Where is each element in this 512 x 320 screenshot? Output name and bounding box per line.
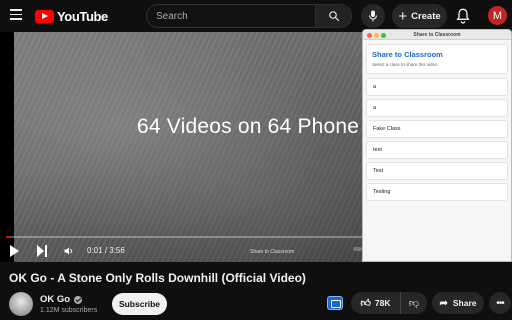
dislike-button[interactable]: 👎︎ [401,292,427,314]
thumbs-up-icon: 👍︎ [360,298,371,309]
play-icon[interactable] [10,245,19,257]
channel-avatar[interactable] [9,292,33,316]
progress-fill [6,236,10,238]
share-arrow-icon: ➦ [439,297,448,309]
video-player[interactable]: 64 Videos on 64 Phone 0:01 / 3:56 Share … [0,32,362,262]
like-count: 78K [374,298,391,308]
class-item[interactable]: Fake Class [366,120,508,138]
class-item[interactable]: a [366,78,508,96]
video-frame [14,32,362,262]
create-button[interactable]: + Create [392,4,447,28]
class-item[interactable]: Testing [366,183,508,201]
like-dislike-group: 👍︎ 78K 👎︎ [351,292,427,314]
menu-icon[interactable] [10,9,22,21]
channel-name[interactable]: OK Go [40,294,83,305]
search-button[interactable] [315,5,351,27]
mic-icon [369,10,377,22]
classroom-share-icon[interactable] [327,296,343,310]
search-input[interactable] [147,5,315,27]
top-bar: YouTube + Create M [0,0,512,32]
create-label: Create [411,10,441,22]
maximize-window-icon[interactable] [381,32,386,38]
class-item[interactable]: a [366,99,508,117]
like-button[interactable]: 👍︎ 78K [351,292,401,314]
logo-text: YouTube [57,8,108,24]
subscribe-button[interactable]: Subscribe [112,293,167,315]
share-label: Share [452,298,477,308]
youtube-page: YouTube + Create M 64 Videos on 64 Phone [0,0,512,320]
next-icon[interactable] [37,245,48,257]
player-controls: 0:01 / 3:56 Share to Classroom [0,240,362,262]
popup-titlebar: Share to Classroom [363,30,511,40]
popup-body: Share to Classroom Select a class to sha… [363,40,511,261]
popup-subheading: Select a class to share this video [372,62,438,67]
bell-icon[interactable] [456,8,470,24]
video-frame-text: 64 Videos on 64 Phone [137,115,360,138]
share-button[interactable]: ➦ Share [432,292,484,314]
youtube-logo[interactable]: YouTube [35,8,108,24]
class-item[interactable]: test [366,141,508,159]
search-box [146,4,352,28]
class-list: a a Fake Class test Test Testing [366,78,508,201]
channel-name-text: OK Go [40,294,71,305]
progress-bar[interactable] [6,236,362,238]
more-actions-button[interactable]: ••• [489,292,511,314]
share-to-classroom-popup: Share to Classroom Share to Classroom Se… [362,29,512,262]
thumbs-down-icon: 👎︎ [408,298,420,309]
plus-icon: + [398,7,408,25]
account-avatar[interactable]: M [488,6,507,25]
minimize-window-icon[interactable] [374,32,379,38]
close-window-icon[interactable] [367,32,372,38]
verified-icon [74,295,83,304]
volume-icon[interactable] [63,245,75,257]
voice-search-button[interactable] [361,4,385,28]
video-title: OK Go - A Stone Only Rolls Downhill (Off… [9,271,306,285]
scrollbar-thumb[interactable] [353,247,362,251]
more-icon: ••• [496,297,504,309]
popup-header-card: Share to Classroom Select a class to sha… [366,44,508,74]
class-item[interactable]: Test [366,162,508,180]
time-display: 0:01 / 3:56 [87,246,125,255]
search-icon [328,11,339,22]
youtube-logo-icon [35,9,54,23]
subscriber-count: 1.12M subscribers [40,307,98,314]
share-to-classroom-caption: Share to Classroom [250,249,295,255]
popup-heading: Share to Classroom [372,50,443,59]
